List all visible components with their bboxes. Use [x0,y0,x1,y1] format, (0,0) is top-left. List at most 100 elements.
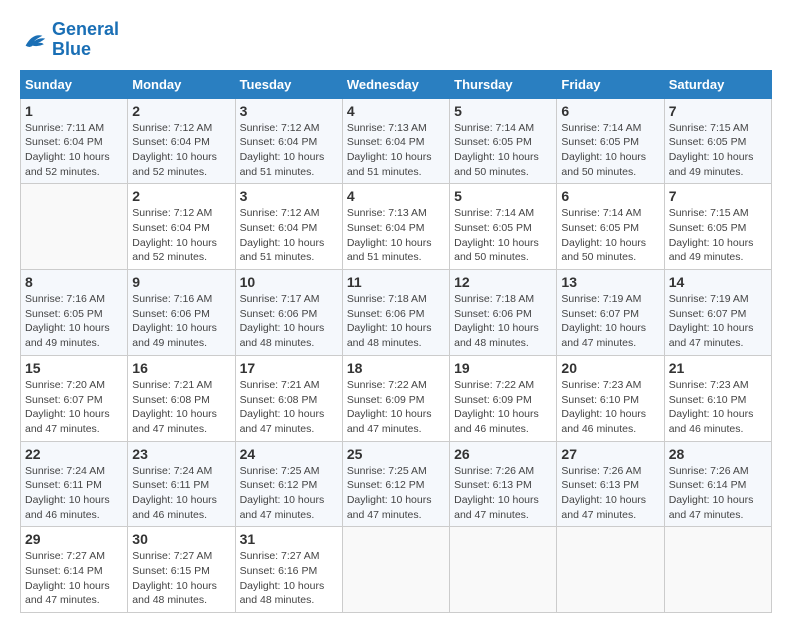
day-number: 23 [132,446,230,462]
calendar-cell [342,527,449,613]
day-info: Sunrise: 7:14 AM Sunset: 6:05 PM Dayligh… [454,206,552,265]
day-info: Sunrise: 7:12 AM Sunset: 6:04 PM Dayligh… [240,121,338,180]
calendar-cell: 30Sunrise: 7:27 AM Sunset: 6:15 PM Dayli… [128,527,235,613]
calendar-cell: 7 Sunrise: 7:15 AM Sunset: 6:05 PM Daylig… [664,98,771,184]
day-number: 20 [561,360,659,376]
calendar-cell: 25 Sunrise: 7:25 AM Sunset: 6:12 PM Dayli… [342,441,449,527]
col-wednesday: Wednesday [342,70,449,98]
calendar-week-0: 1 Sunrise: 7:11 AM Sunset: 6:04 PM Daylig… [21,98,772,184]
logo-icon [20,26,48,54]
day-number: 7 [669,188,767,204]
day-info: Sunrise: 7:26 AM Sunset: 6:13 PM Dayligh… [561,464,659,523]
calendar-cell: 18Sunrise: 7:22 AM Sunset: 6:09 PM Dayli… [342,355,449,441]
day-number: 25 [347,446,445,462]
calendar-cell: 19 Sunrise: 7:22 AM Sunset: 6:09 PM Dayli… [450,355,557,441]
day-number: 6 [561,103,659,119]
day-number: 26 [454,446,552,462]
day-number: 17 [240,360,338,376]
day-number: 2 [132,188,230,204]
calendar-cell: 2Sunrise: 7:12 AM Sunset: 6:04 PM Daylig… [128,98,235,184]
col-monday: Monday [128,70,235,98]
day-info: Sunrise: 7:20 AM Sunset: 6:07 PM Dayligh… [25,378,123,437]
day-info: Sunrise: 7:19 AM Sunset: 6:07 PM Dayligh… [561,292,659,351]
day-number: 1 [25,103,123,119]
calendar-cell: 1 Sunrise: 7:11 AM Sunset: 6:04 PM Daylig… [21,98,128,184]
calendar-cell: 20Sunrise: 7:23 AM Sunset: 6:10 PM Dayli… [557,355,664,441]
col-tuesday: Tuesday [235,70,342,98]
day-number: 15 [25,360,123,376]
col-sunday: Sunday [21,70,128,98]
day-number: 3 [240,188,338,204]
day-info: Sunrise: 7:26 AM Sunset: 6:13 PM Dayligh… [454,464,552,523]
day-number: 24 [240,446,338,462]
calendar-cell [664,527,771,613]
day-number: 11 [347,274,445,290]
calendar-cell: 11Sunrise: 7:18 AM Sunset: 6:06 PM Dayli… [342,270,449,356]
calendar-cell: 14Sunrise: 7:19 AM Sunset: 6:07 PM Dayli… [664,270,771,356]
day-info: Sunrise: 7:13 AM Sunset: 6:04 PM Dayligh… [347,206,445,265]
day-number: 22 [25,446,123,462]
calendar-cell: 17Sunrise: 7:21 AM Sunset: 6:08 PM Dayli… [235,355,342,441]
day-number: 28 [669,446,767,462]
day-number: 7 [669,103,767,119]
day-number: 4 [347,188,445,204]
calendar-cell: 21Sunrise: 7:23 AM Sunset: 6:10 PM Dayli… [664,355,771,441]
day-number: 4 [347,103,445,119]
col-thursday: Thursday [450,70,557,98]
calendar-cell [557,527,664,613]
calendar-cell [21,184,128,270]
day-number: 31 [240,531,338,547]
calendar-cell: 27 Sunrise: 7:26 AM Sunset: 6:13 PM Dayli… [557,441,664,527]
day-info: Sunrise: 7:14 AM Sunset: 6:05 PM Dayligh… [454,121,552,180]
calendar-cell: 23 Sunrise: 7:24 AM Sunset: 6:11 PM Dayli… [128,441,235,527]
logo: General Blue [20,20,119,60]
day-info: Sunrise: 7:26 AM Sunset: 6:14 PM Dayligh… [669,464,767,523]
day-info: Sunrise: 7:27 AM Sunset: 6:14 PM Dayligh… [25,549,123,608]
day-number: 19 [454,360,552,376]
calendar-cell: 6 Sunrise: 7:14 AM Sunset: 6:05 PM Daylig… [557,184,664,270]
day-info: Sunrise: 7:18 AM Sunset: 6:06 PM Dayligh… [454,292,552,351]
day-number: 5 [454,188,552,204]
calendar-cell [450,527,557,613]
day-info: Sunrise: 7:24 AM Sunset: 6:11 PM Dayligh… [132,464,230,523]
day-info: Sunrise: 7:16 AM Sunset: 6:06 PM Dayligh… [132,292,230,351]
day-info: Sunrise: 7:14 AM Sunset: 6:05 PM Dayligh… [561,206,659,265]
calendar-cell: 5 Sunrise: 7:14 AM Sunset: 6:05 PM Daylig… [450,184,557,270]
day-number: 21 [669,360,767,376]
day-info: Sunrise: 7:27 AM Sunset: 6:16 PM Dayligh… [240,549,338,608]
header: General Blue [20,20,772,60]
day-number: 5 [454,103,552,119]
day-number: 29 [25,531,123,547]
calendar-cell: 4 Sunrise: 7:13 AM Sunset: 6:04 PM Daylig… [342,98,449,184]
day-info: Sunrise: 7:14 AM Sunset: 6:05 PM Dayligh… [561,121,659,180]
day-info: Sunrise: 7:12 AM Sunset: 6:04 PM Dayligh… [240,206,338,265]
calendar-cell: 15 Sunrise: 7:20 AM Sunset: 6:07 PM Dayli… [21,355,128,441]
day-info: Sunrise: 7:12 AM Sunset: 6:04 PM Dayligh… [132,206,230,265]
calendar-cell: 6 Sunrise: 7:14 AM Sunset: 6:05 PM Daylig… [557,98,664,184]
day-info: Sunrise: 7:13 AM Sunset: 6:04 PM Dayligh… [347,121,445,180]
header-row: Sunday Monday Tuesday Wednesday Thursday… [21,70,772,98]
day-info: Sunrise: 7:15 AM Sunset: 6:05 PM Dayligh… [669,206,767,265]
day-info: Sunrise: 7:15 AM Sunset: 6:05 PM Dayligh… [669,121,767,180]
day-info: Sunrise: 7:17 AM Sunset: 6:06 PM Dayligh… [240,292,338,351]
day-info: Sunrise: 7:19 AM Sunset: 6:07 PM Dayligh… [669,292,767,351]
day-number: 27 [561,446,659,462]
day-info: Sunrise: 7:25 AM Sunset: 6:12 PM Dayligh… [347,464,445,523]
day-info: Sunrise: 7:11 AM Sunset: 6:04 PM Dayligh… [25,121,123,180]
calendar-cell: 28 Sunrise: 7:26 AM Sunset: 6:14 PM Dayli… [664,441,771,527]
day-info: Sunrise: 7:22 AM Sunset: 6:09 PM Dayligh… [347,378,445,437]
day-number: 16 [132,360,230,376]
calendar-week-3: 15 Sunrise: 7:20 AM Sunset: 6:07 PM Dayli… [21,355,772,441]
calendar-cell: 9Sunrise: 7:16 AM Sunset: 6:06 PM Daylig… [128,270,235,356]
calendar-cell: 3 Sunrise: 7:12 AM Sunset: 6:04 PM Daylig… [235,184,342,270]
calendar-week-1: 2 Sunrise: 7:12 AM Sunset: 6:04 PM Daylig… [21,184,772,270]
calendar-week-5: 29 Sunrise: 7:27 AM Sunset: 6:14 PM Dayli… [21,527,772,613]
day-number: 6 [561,188,659,204]
day-number: 8 [25,274,123,290]
day-info: Sunrise: 7:21 AM Sunset: 6:08 PM Dayligh… [132,378,230,437]
day-info: Sunrise: 7:16 AM Sunset: 6:05 PM Dayligh… [25,292,123,351]
calendar-cell: 22Sunrise: 7:24 AM Sunset: 6:11 PM Dayli… [21,441,128,527]
logo-text2: Blue [52,40,119,60]
calendar-cell: 8 Sunrise: 7:16 AM Sunset: 6:05 PM Daylig… [21,270,128,356]
day-info: Sunrise: 7:22 AM Sunset: 6:09 PM Dayligh… [454,378,552,437]
